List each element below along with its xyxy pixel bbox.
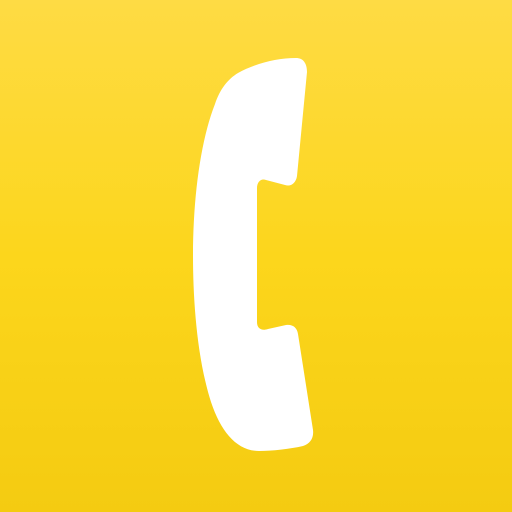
phone-app-icon[interactable]	[0, 0, 512, 512]
phone-handset-icon	[193, 58, 314, 451]
